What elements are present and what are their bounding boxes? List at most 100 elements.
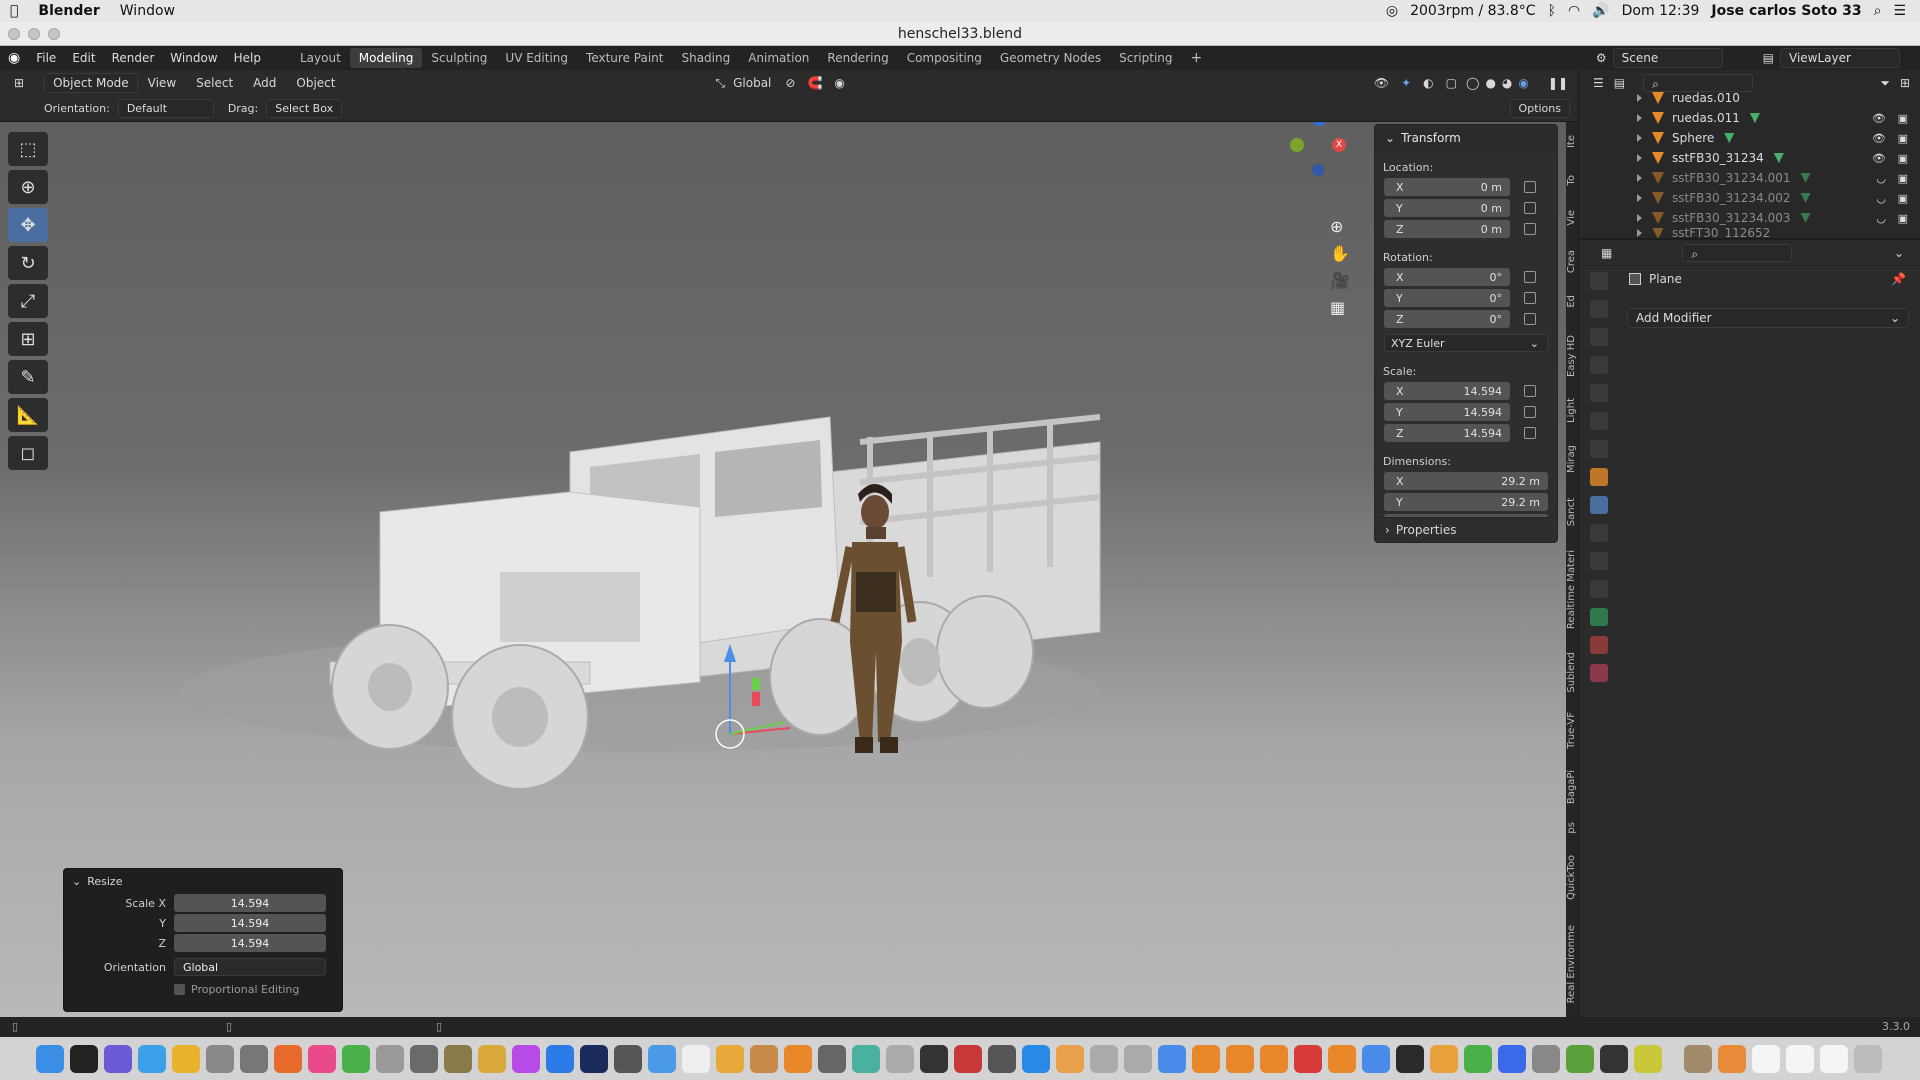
solid-shading-icon[interactable]: ● bbox=[1482, 76, 1498, 90]
rotation-z-field[interactable]: Z 0° bbox=[1384, 310, 1536, 328]
mesh-data-tab-icon[interactable] bbox=[1590, 608, 1608, 626]
app-icon[interactable] bbox=[886, 1044, 914, 1073]
camera-icon[interactable]: ▣ bbox=[1898, 132, 1908, 145]
blender-icon[interactable] bbox=[1226, 1044, 1254, 1073]
expand-icon[interactable] bbox=[1637, 174, 1642, 182]
editor-type-icon[interactable]: ⊞ bbox=[0, 76, 38, 90]
tab-geometry-nodes[interactable]: Geometry Nodes bbox=[991, 48, 1110, 68]
lock-icon[interactable] bbox=[1524, 181, 1536, 193]
wifi-icon[interactable]: ◠ bbox=[1568, 3, 1580, 19]
wireframe-shading-icon[interactable]: ◯ bbox=[1463, 76, 1482, 90]
document-icon[interactable] bbox=[1820, 1044, 1848, 1073]
properties-subpanel[interactable]: › Properties bbox=[1374, 517, 1558, 543]
lock-icon[interactable] bbox=[1524, 292, 1536, 304]
scale-x-field[interactable]: X 14.594 bbox=[1384, 382, 1536, 400]
material-shading-icon[interactable]: ◕ bbox=[1499, 76, 1515, 90]
downloads-icon[interactable] bbox=[1684, 1044, 1712, 1073]
vlc-icon[interactable] bbox=[784, 1044, 812, 1073]
resize-scale-z-field[interactable]: 14.594 bbox=[174, 934, 326, 952]
eye-icon[interactable]: 👁 bbox=[1872, 152, 1886, 165]
add-cube-tool-icon[interactable]: ◻ bbox=[8, 436, 48, 470]
measure-tool-icon[interactable]: 📐 bbox=[8, 398, 48, 432]
chevron-down-icon[interactable]: ⌄ bbox=[72, 875, 81, 888]
lock-icon[interactable] bbox=[1524, 271, 1536, 283]
music-icon[interactable] bbox=[308, 1044, 336, 1073]
location-z-field[interactable]: Z 0 m bbox=[1384, 220, 1536, 238]
user-name[interactable]: Jose carlos Soto 33 bbox=[1711, 3, 1861, 19]
app-menu[interactable]: Blender bbox=[28, 3, 109, 19]
render-tab-icon[interactable] bbox=[1590, 300, 1608, 318]
outliner-row[interactable]: sstFB30_31234 👁 ▣ bbox=[1579, 148, 1920, 168]
rotate-tool-icon[interactable]: ↻ bbox=[8, 246, 48, 280]
tab-compositing[interactable]: Compositing bbox=[898, 48, 991, 68]
snap-icon[interactable]: 🧲 bbox=[801, 76, 828, 90]
app-icon[interactable] bbox=[1532, 1044, 1560, 1073]
expand-icon[interactable] bbox=[1637, 154, 1642, 162]
eye-hidden-icon[interactable]: ◡ bbox=[1876, 212, 1886, 225]
torrent-icon[interactable] bbox=[342, 1044, 370, 1073]
tab-layout[interactable]: Layout bbox=[291, 48, 350, 68]
gizmo-z-axis[interactable]: Z bbox=[1312, 122, 1326, 126]
output-tab-icon[interactable] bbox=[1590, 328, 1608, 346]
app-icon[interactable] bbox=[478, 1044, 506, 1073]
material-tab-icon[interactable] bbox=[1590, 636, 1608, 654]
camera-icon[interactable]: ▣ bbox=[1898, 112, 1908, 125]
window-menu[interactable]: Window bbox=[110, 3, 185, 19]
camera-icon[interactable]: ▣ bbox=[1898, 172, 1908, 185]
blender-icon[interactable] bbox=[1260, 1044, 1288, 1073]
menu-view[interactable]: View bbox=[138, 76, 186, 90]
view-layer-icon[interactable]: ▤ bbox=[1723, 51, 1780, 65]
app-icon[interactable] bbox=[920, 1044, 948, 1073]
resize-orientation-selector[interactable]: Global bbox=[174, 958, 326, 976]
world-tab-icon[interactable] bbox=[1590, 412, 1608, 430]
app-icon[interactable] bbox=[852, 1044, 880, 1073]
menu-window[interactable]: Window bbox=[162, 51, 225, 65]
app-icon[interactable] bbox=[1566, 1044, 1594, 1073]
pause-icon[interactable]: ❚❚ bbox=[1532, 76, 1578, 90]
particles-tab-icon[interactable] bbox=[1590, 524, 1608, 542]
xray-icon[interactable]: ▢ bbox=[1440, 76, 1463, 90]
tab-light[interactable]: Light bbox=[1566, 398, 1578, 423]
options-button[interactable]: Options bbox=[1509, 99, 1570, 118]
perspective-grid-icon[interactable]: ▦ bbox=[1330, 298, 1350, 317]
tab-animation[interactable]: Animation bbox=[739, 48, 818, 68]
app-icon[interactable] bbox=[376, 1044, 404, 1073]
app-icon[interactable] bbox=[206, 1044, 234, 1073]
tab-shading[interactable]: Shading bbox=[672, 48, 739, 68]
texture-tab-icon[interactable] bbox=[1590, 664, 1608, 682]
view-layer-selector[interactable]: ViewLayer bbox=[1780, 48, 1900, 68]
outliner-row[interactable]: ruedas.011 👁 ▣ bbox=[1579, 108, 1920, 128]
pan-hand-icon[interactable]: ✋ bbox=[1330, 244, 1350, 263]
app-icon[interactable] bbox=[1124, 1044, 1152, 1073]
photoshop-icon[interactable] bbox=[580, 1044, 608, 1073]
scene-tab-icon[interactable] bbox=[1590, 384, 1608, 402]
scale-tool-icon[interactable]: ⤢ bbox=[8, 284, 48, 318]
lock-icon[interactable] bbox=[1524, 223, 1536, 235]
visibility-icon[interactable]: 👁 bbox=[1368, 76, 1395, 90]
app-icon[interactable] bbox=[614, 1044, 642, 1073]
app-icon[interactable] bbox=[444, 1044, 472, 1073]
close-window-button[interactable] bbox=[8, 28, 20, 40]
scale-y-field[interactable]: Y 14.594 bbox=[1384, 403, 1536, 421]
app-icon[interactable] bbox=[750, 1044, 778, 1073]
expand-icon[interactable] bbox=[1637, 114, 1642, 122]
launchpad-icon[interactable] bbox=[240, 1044, 268, 1073]
gpu-icon[interactable]: ◎ bbox=[1386, 3, 1398, 19]
menu-object[interactable]: Object bbox=[286, 76, 345, 90]
bluetooth-icon[interactable] bbox=[1498, 1044, 1526, 1073]
drag-selector[interactable]: Select Box bbox=[266, 99, 343, 118]
gizmo-x-axis[interactable]: X bbox=[1332, 138, 1346, 152]
scale-z-field[interactable]: Z 14.594 bbox=[1384, 424, 1536, 442]
app-icon[interactable] bbox=[818, 1044, 846, 1073]
menu-select[interactable]: Select bbox=[186, 76, 243, 90]
daz-icon[interactable] bbox=[1396, 1044, 1424, 1073]
tab-bagapie[interactable]: BagaPi bbox=[1566, 770, 1578, 804]
eye-hidden-icon[interactable]: ◡ bbox=[1876, 192, 1886, 205]
view-layer-tab-icon[interactable] bbox=[1590, 356, 1608, 374]
chevron-down-icon[interactable]: ⌄ bbox=[1894, 246, 1904, 260]
app-icon[interactable] bbox=[1464, 1044, 1492, 1073]
app-icon[interactable] bbox=[988, 1044, 1016, 1073]
tool-tab-icon[interactable] bbox=[1590, 272, 1608, 290]
tab-item[interactable]: Ite bbox=[1566, 135, 1578, 148]
app-icon[interactable] bbox=[1600, 1044, 1628, 1073]
